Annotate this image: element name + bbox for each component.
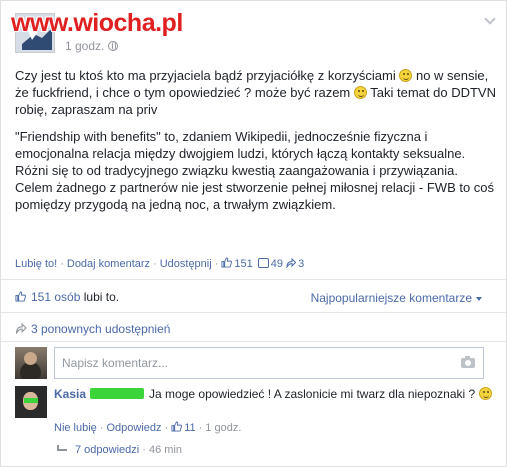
- divider: [1, 279, 506, 280]
- share-icon: [286, 258, 297, 268]
- post-text: Czy jest tu ktoś kto ma przyjaciela bądź…: [15, 67, 497, 223]
- censor-bar: [90, 388, 145, 399]
- comment-body: Kasia Ja moge opowiedzieć ! A zaslonicie …: [54, 387, 494, 402]
- view-replies[interactable]: 7 odpowiedzi · 46 min: [57, 444, 182, 456]
- like-count[interactable]: 151: [234, 258, 252, 270]
- smiley-icon: [353, 86, 367, 99]
- separator: ·: [164, 422, 169, 434]
- comment-icon: [257, 258, 269, 268]
- like-link[interactable]: Lubię to!: [15, 258, 57, 270]
- comment-link[interactable]: Dodaj komentarz: [67, 258, 150, 270]
- share-link[interactable]: Udostępnij: [160, 258, 212, 270]
- watermark-logo: www.wiocha.pl: [11, 9, 183, 37]
- comment-time[interactable]: 1 godz.: [205, 422, 241, 434]
- thumb-up-icon: [15, 291, 26, 302]
- globe-icon: [108, 41, 119, 51]
- separator: ·: [99, 422, 104, 434]
- likes-suffix: lubi to.: [83, 290, 120, 304]
- comment-count[interactable]: 49: [271, 258, 283, 270]
- share-count[interactable]: 3: [298, 258, 304, 270]
- comment-author-name[interactable]: Kasia: [54, 387, 86, 401]
- comment-author-avatar[interactable]: [15, 386, 47, 418]
- sort-comments-dropdown[interactable]: Najpopularniejsze komentarze: [311, 291, 482, 305]
- replies-count[interactable]: 7 odpowiedzi: [75, 444, 139, 456]
- smiley-icon: [399, 69, 413, 82]
- reply-link[interactable]: Odpowiedz: [106, 422, 161, 434]
- post-time-text: 1 godz.: [65, 39, 105, 53]
- separator: ·: [60, 258, 64, 270]
- smiley-icon: [478, 387, 492, 400]
- thumb-up-icon: [221, 257, 233, 268]
- comment-input[interactable]: Napisz komentarz...: [54, 347, 484, 379]
- shares-summary[interactable]: 3 ponownych udostępnień: [15, 322, 170, 336]
- chevron-down-icon[interactable]: [484, 13, 496, 25]
- unlike-link[interactable]: Nie lubię: [54, 422, 97, 434]
- share-icon: [16, 323, 27, 334]
- separator: ·: [198, 422, 203, 434]
- likes-count-text[interactable]: 151 osób: [31, 290, 80, 304]
- comment-input-placeholder: Napisz komentarz...: [62, 356, 169, 370]
- post-timestamp[interactable]: 1 godz.: [65, 39, 119, 53]
- sort-label: Najpopularniejsze komentarze: [310, 291, 472, 305]
- post-actions: Lubię to! · Dodaj komentarz · Udostępnij · 151…: [15, 257, 304, 270]
- post-paragraph-2: "Friendship with benefits" to, zdaniem W…: [15, 129, 495, 212]
- post-paragraph-1: Czy jest tu ktoś kto ma przyjaciela bądź…: [15, 67, 497, 118]
- reply-arrow-icon: [57, 445, 67, 451]
- post-text-part: Czy jest tu ktoś kto ma przyjaciela bądź…: [15, 68, 396, 83]
- thumb-up-icon: [171, 421, 183, 432]
- replies-time: 46 min: [149, 444, 183, 456]
- separator: ·: [214, 258, 219, 270]
- caret-down-icon: [476, 297, 482, 301]
- divider: [1, 341, 506, 342]
- comment-text: Ja moge opowiedzieć ! A zaslonicie mi tw…: [149, 387, 476, 401]
- avatar[interactable]: [15, 347, 47, 379]
- shares-text: 3 ponownych udostępnień: [31, 322, 171, 336]
- post-card: www.wiocha.pl 1 godz. Czy jest tu ktoś k…: [0, 0, 507, 467]
- likes-summary[interactable]: 151 osób lubi to.: [15, 290, 119, 304]
- camera-icon[interactable]: [461, 356, 475, 368]
- divider: [1, 312, 506, 313]
- separator: ·: [153, 258, 157, 270]
- comment-like-count[interactable]: 11: [184, 422, 195, 434]
- comment-actions: Nie lubię · Odpowiedz · 11 · 1 godz.: [54, 421, 241, 434]
